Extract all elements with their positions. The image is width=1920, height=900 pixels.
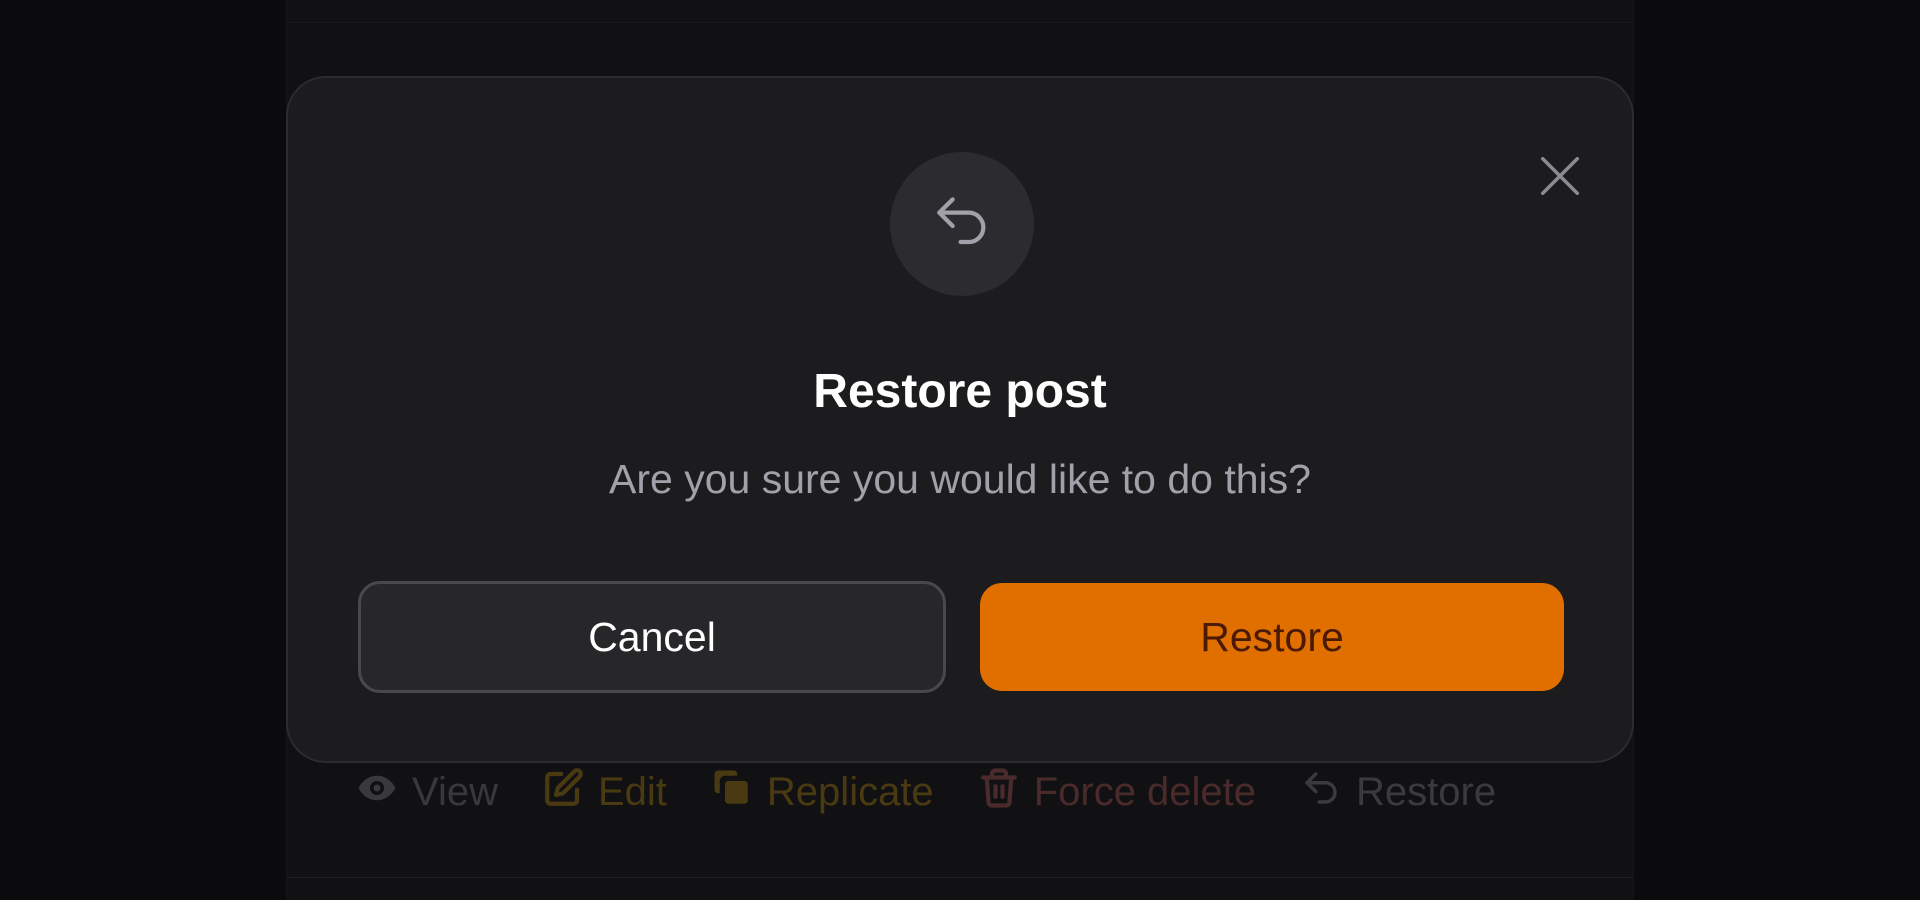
force-delete-action-label: Force delete — [1033, 770, 1257, 814]
replicate-action: Replicate — [711, 767, 934, 819]
undo-arrow-icon — [930, 190, 994, 259]
cancel-button[interactable]: Cancel — [358, 581, 946, 693]
restore-action-label: Restore — [1356, 770, 1497, 814]
force-delete-action: Force delete — [978, 767, 1256, 819]
view-action-label: View — [412, 770, 498, 814]
row-actions: View Edit Replicate Force delete Restore — [356, 765, 1496, 820]
restore-modal: Restore post Are you sure you would like… — [286, 76, 1634, 763]
divider — [286, 22, 1634, 23]
trash-icon — [978, 767, 1020, 819]
modal-description: Are you sure you would like to do this? — [609, 456, 1311, 502]
pencil-square-icon — [542, 767, 584, 819]
modal-icon-circle — [890, 152, 1034, 296]
close-button[interactable] — [1522, 140, 1598, 216]
modal-title: Restore post — [813, 365, 1107, 418]
edit-action: Edit — [542, 767, 667, 819]
replicate-action-label: Replicate — [766, 770, 934, 814]
close-icon — [1537, 153, 1583, 204]
divider — [286, 877, 1634, 878]
view-action: View — [356, 767, 498, 819]
edit-action-label: Edit — [597, 770, 667, 814]
eye-icon — [356, 767, 398, 819]
restore-action: Restore — [1300, 767, 1496, 819]
restore-button[interactable]: Restore — [980, 583, 1564, 691]
undo-arrow-icon — [1300, 767, 1342, 819]
copy-icon — [711, 767, 753, 819]
